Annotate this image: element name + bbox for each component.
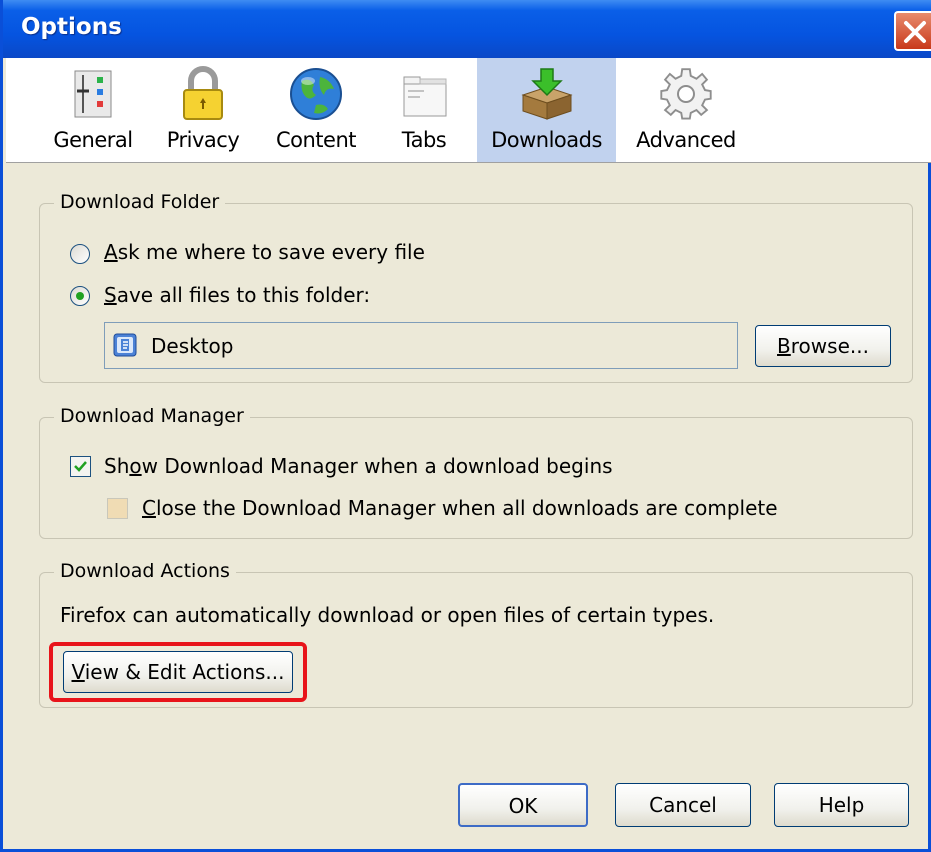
tab-label: Tabs: [401, 128, 447, 152]
download-folder-field[interactable]: Desktop: [104, 322, 738, 369]
group-title: Download Actions: [54, 560, 236, 582]
options-toolbar: General Privacy Content Tabs Downloads A…: [6, 58, 931, 163]
tab-advanced[interactable]: Advanced: [630, 58, 742, 162]
mnemonic: C: [142, 496, 156, 520]
mnemonic: A: [104, 240, 118, 264]
tab-label: Advanced: [636, 128, 736, 152]
label-prefix: Sh: [104, 454, 130, 478]
tab-label: General: [53, 128, 133, 152]
button-text: rowse...: [790, 334, 869, 358]
padlock-icon: [183, 66, 223, 120]
mnemonic: S: [104, 283, 117, 307]
cancel-button[interactable]: Cancel: [615, 783, 751, 827]
show-manager-label[interactable]: Show Download Manager when a download be…: [104, 454, 613, 478]
group-title: Download Manager: [54, 405, 250, 427]
downloads-box-icon: [520, 68, 573, 120]
tab-label: Content: [275, 128, 357, 152]
gear-icon: [660, 68, 712, 120]
tab-downloads[interactable]: Downloads: [477, 58, 616, 162]
button-text: Cancel: [649, 793, 717, 817]
close-icon: [904, 21, 926, 43]
show-manager-checkbox[interactable]: [70, 456, 91, 477]
desktop-folder-icon: [113, 333, 137, 357]
help-button[interactable]: Help: [774, 783, 909, 827]
save-label[interactable]: Save all files to this folder:: [104, 283, 370, 307]
window-title: Options: [21, 14, 122, 40]
label-text: w Download Manager when a download begin…: [141, 454, 613, 478]
mnemonic: o: [129, 454, 142, 478]
mnemonic: B: [777, 334, 791, 358]
tab-privacy[interactable]: Privacy: [152, 58, 254, 162]
close-manager-label[interactable]: Close the Download Manager when all down…: [142, 496, 778, 520]
tab-label: Privacy: [166, 128, 240, 152]
highlight-annotation: [49, 642, 307, 702]
close-manager-checkbox[interactable]: [107, 498, 128, 519]
close-button[interactable]: [894, 11, 931, 51]
tabs-window-icon: [403, 76, 447, 117]
button-text: OK: [508, 794, 538, 818]
label-text: lose the Download Manager when all downl…: [155, 496, 778, 520]
ask-radio[interactable]: [70, 244, 90, 264]
ask-label[interactable]: Ask me where to save every file: [104, 240, 425, 264]
browse-button[interactable]: Browse...: [755, 325, 891, 367]
folder-value: Desktop: [151, 334, 234, 358]
options-window: Options General Privacy Content Tabs Dow…: [0, 0, 931, 852]
checkmark-icon: [74, 461, 87, 472]
button-text: Help: [818, 793, 865, 817]
tab-general[interactable]: General: [42, 58, 144, 162]
tab-tabs[interactable]: Tabs: [381, 58, 467, 162]
label-text: sk me where to save every file: [117, 240, 425, 264]
save-radio[interactable]: [70, 286, 90, 306]
globe-icon: [290, 68, 342, 120]
label-text: ave all files to this folder:: [116, 283, 371, 307]
title-bar[interactable]: Options: [3, 0, 931, 58]
ok-button[interactable]: OK: [458, 783, 588, 827]
general-sliders-icon: [74, 70, 112, 118]
tab-content[interactable]: Content: [262, 58, 370, 162]
group-title: Download Folder: [54, 191, 226, 213]
radio-selected-dot: [76, 292, 84, 300]
tab-label: Downloads: [491, 128, 602, 152]
download-actions-description: Firefox can automatically download or op…: [60, 603, 715, 627]
download-manager-group: Download Manager: [39, 405, 913, 539]
